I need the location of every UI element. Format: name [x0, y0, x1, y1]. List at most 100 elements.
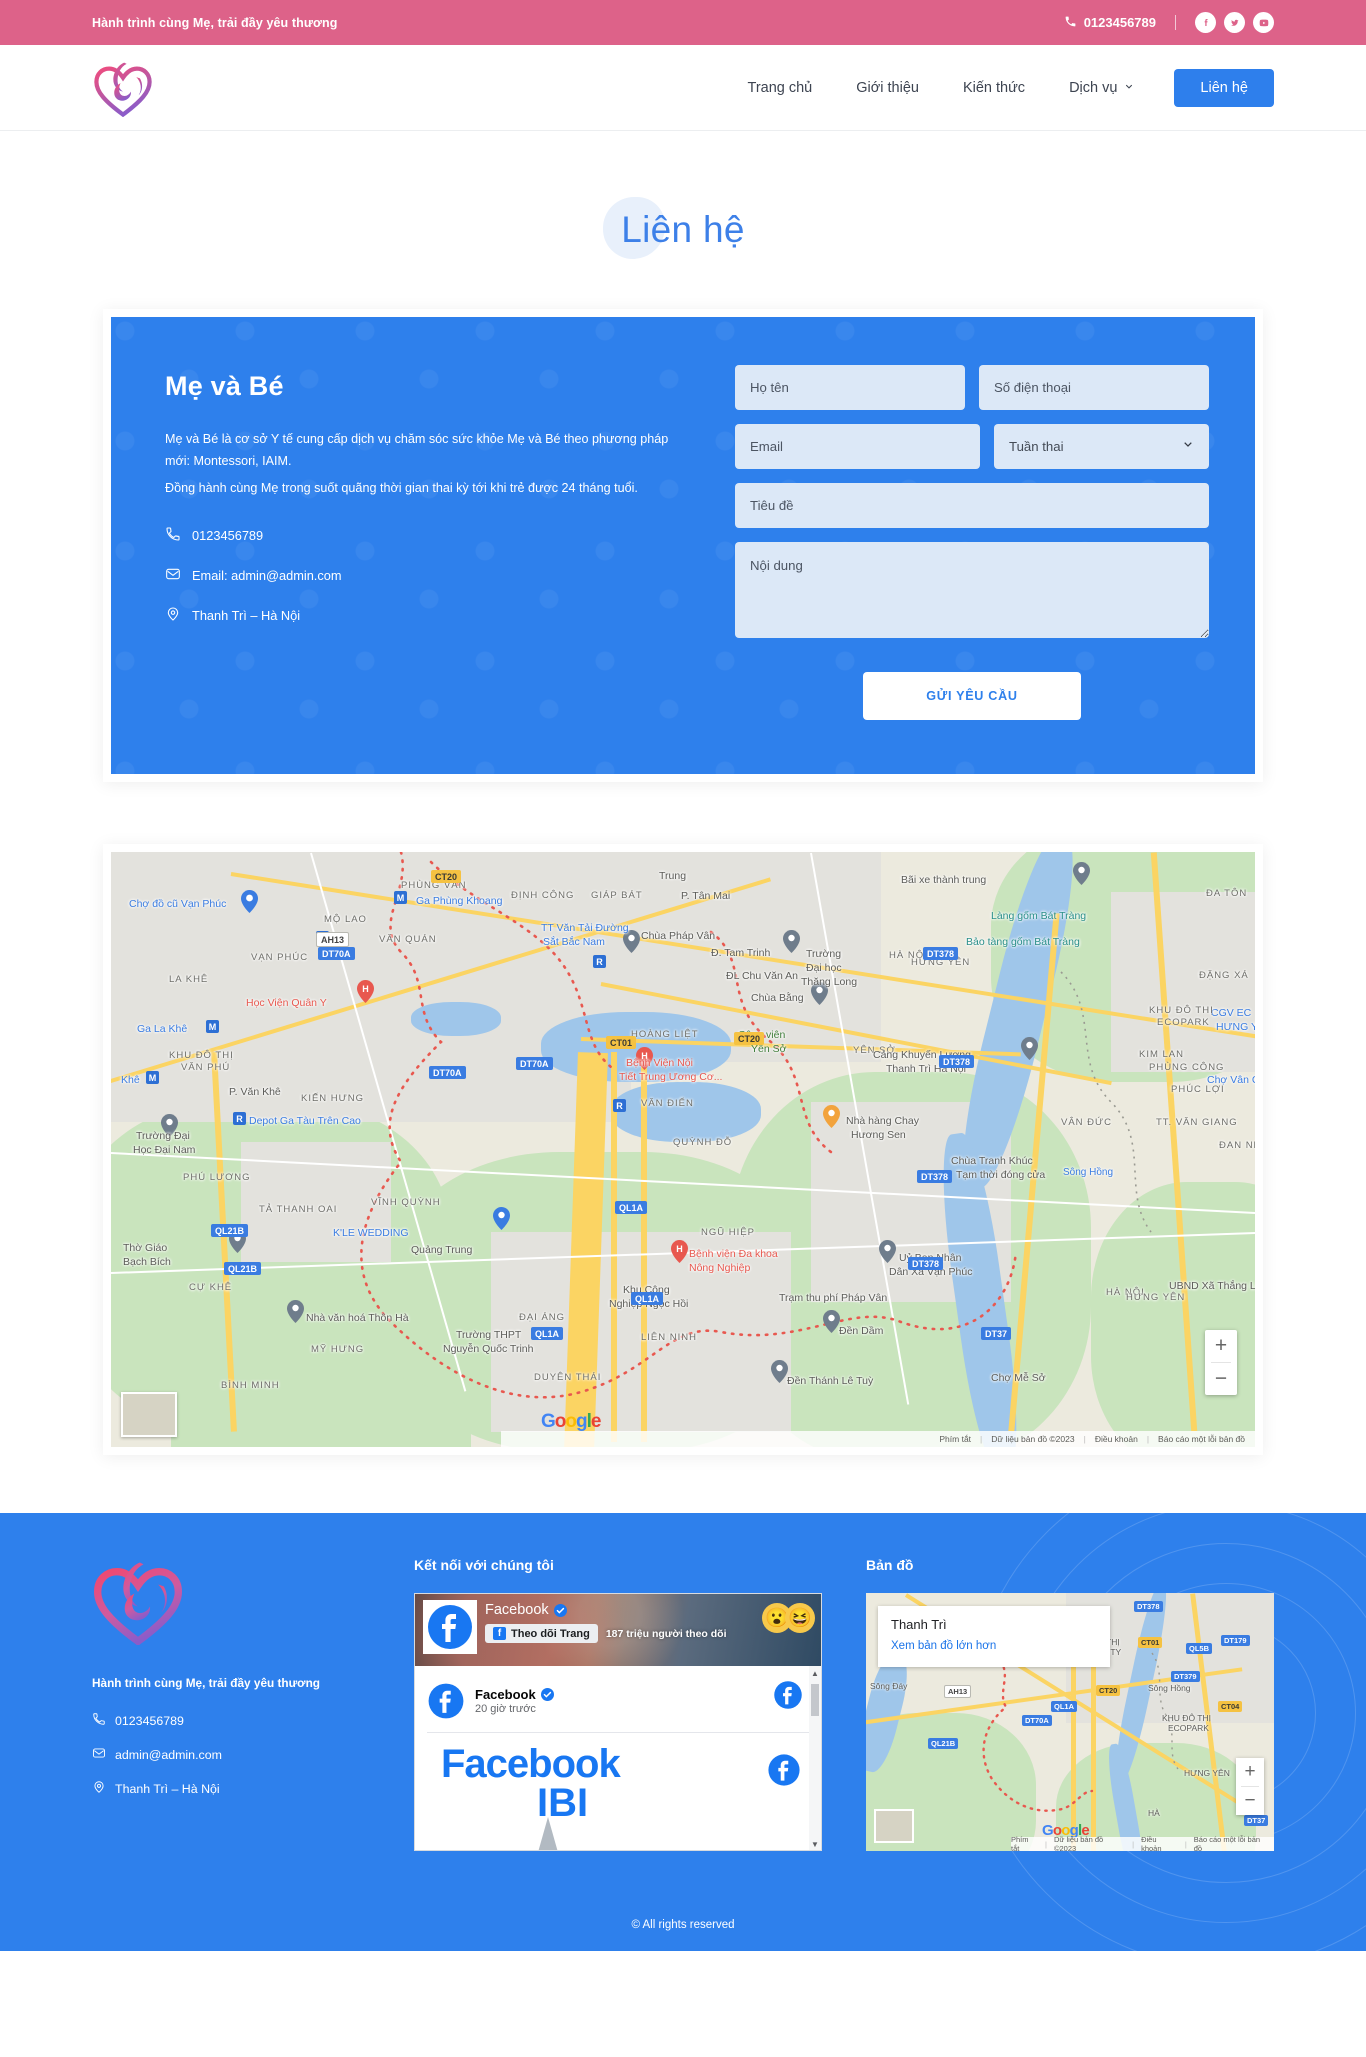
facebook-feed-scrollbar[interactable]: ▲ ▼ [809, 1666, 821, 1850]
map-place-label: Trường THPT [456, 1329, 522, 1341]
message-textarea[interactable] [735, 542, 1209, 638]
map-route-badge: DT378 [939, 1055, 975, 1068]
nav-label: Dịch vụ [1069, 79, 1118, 96]
contact-phone-row[interactable]: 0123456789 [165, 526, 687, 545]
facebook-reactions: 😮 😆 [762, 1603, 815, 1633]
map-place-label: ĐA TÔN [1206, 888, 1248, 899]
nav-item-kien-thuc[interactable]: Kiến thức [941, 80, 1047, 96]
map-marker-hospital[interactable]: H [357, 980, 374, 1003]
map-place-label: Đền Dầm [839, 1325, 884, 1337]
youtube-icon[interactable] [1253, 12, 1274, 33]
footer-map-shortcuts-link[interactable]: Phím tắt [1011, 1835, 1038, 1851]
scroll-up-arrow-icon[interactable]: ▲ [811, 1669, 819, 1678]
map-place-label: CỰ KHÊ [189, 1282, 233, 1293]
map-marker-shopping[interactable] [241, 890, 258, 913]
footer-map-zoom-in-button[interactable]: + [1236, 1758, 1264, 1786]
location-map[interactable]: H H H M M M R R R Chợ đồ cũ Vạn Phúc MỘ … [111, 852, 1255, 1447]
map-street-view-thumbnail[interactable] [121, 1392, 177, 1437]
nav-item-dich-vu[interactable]: Dịch vụ [1047, 80, 1156, 96]
footer-connect-heading: Kết nối với chúng tôi [414, 1557, 554, 1573]
footer-map-place-label: Sông Đáy [870, 1681, 908, 1691]
footer-map-zoom-out-button[interactable]: − [1236, 1787, 1264, 1815]
footer-map-route-badge: DT179 [1221, 1635, 1250, 1646]
facebook-page-widget[interactable]: Facebook f Theo dõi Trang 187 triệu ngườ… [414, 1593, 822, 1851]
contact-email-row[interactable]: Email: admin@admin.com [165, 566, 687, 585]
nav-label: Trang chủ [747, 79, 813, 96]
footer-phone-row[interactable]: 0123456789 [92, 1712, 370, 1729]
map-marker-port[interactable] [1021, 1037, 1038, 1060]
map-zoom-out-button[interactable]: − [1205, 1363, 1237, 1395]
map-place-label: TT Văn Tải Đường [541, 922, 629, 934]
facebook-icon[interactable] [1195, 12, 1216, 33]
nav-item-gioi-thieu[interactable]: Giới thiệu [834, 80, 941, 96]
site-footer: Hành trình cùng Mẹ, trải đầy yêu thương … [0, 1513, 1366, 1951]
map-place-label: ĐL Chu Văn An [726, 970, 798, 982]
submit-request-button[interactable]: GỬI YÊU CẦU [863, 672, 1081, 720]
map-place-label: Bạch Bích [123, 1256, 171, 1268]
map-place-label: ĐAN NHIỄM [1219, 1140, 1255, 1151]
nav-item-trang-chu[interactable]: Trang chủ [726, 80, 835, 96]
map-marker-restaurant[interactable] [823, 1105, 840, 1128]
map-place-label: Làng gốm Bát Tràng [991, 910, 1087, 922]
footer-map-report-link[interactable]: Báo cáo một lỗi bản đồ [1194, 1835, 1268, 1851]
footer-map-place-label: Sông Hồng [1148, 1683, 1191, 1693]
attr-sep: | [1146, 1434, 1150, 1444]
map-marker-poi[interactable] [493, 1207, 510, 1230]
map-place-label: Thờ Giáo [123, 1242, 168, 1254]
name-input[interactable] [735, 365, 965, 410]
map-marker-poi[interactable] [287, 1300, 304, 1323]
page-title: Liên hệ [621, 209, 745, 250]
map-marker-government[interactable] [879, 1240, 896, 1263]
facebook-cover-photo: Facebook f Theo dõi Trang 187 triệu ngườ… [415, 1594, 821, 1666]
map-place-label: Chợ Vân C [1207, 1074, 1255, 1086]
map-place-label: VĂN ĐIỂN [641, 1098, 694, 1109]
map-place-label: MỘ LAO [324, 914, 367, 925]
footer-map-terms-link[interactable]: Điều khoản [1141, 1835, 1178, 1851]
pregnancy-week-select[interactable]: Tuần thai [994, 424, 1209, 469]
facebook-follow-button[interactable]: f Theo dõi Trang [485, 1624, 598, 1643]
map-marker-temple[interactable] [823, 1310, 840, 1333]
map-route-badge: DT378 [917, 1170, 953, 1183]
phone-input[interactable] [979, 365, 1209, 410]
verified-badge-icon [540, 1688, 554, 1701]
map-zoom-in-button[interactable]: + [1205, 1330, 1237, 1362]
map-place-label: Trung [659, 870, 687, 882]
map-route-badge: QL1A [631, 1292, 664, 1305]
footer-phone-value: 0123456789 [115, 1713, 184, 1728]
map-marker-parking[interactable] [1073, 862, 1090, 885]
footer-email-row[interactable]: admin@admin.com [92, 1746, 370, 1763]
facebook-post-text-line1: Facebook [441, 1743, 621, 1786]
footer-map-street-view-thumbnail[interactable] [874, 1809, 914, 1843]
map-place-label: Nhà hàng Chay [846, 1115, 919, 1127]
map-shortcuts-link[interactable]: Phím tắt [939, 1434, 971, 1444]
map-marker-hospital[interactable]: H [671, 1240, 688, 1263]
map-place-label: Chùa Bằng [751, 992, 804, 1004]
map-data-credit: Dữ liệu bản đồ ©2023 [991, 1434, 1075, 1444]
map-place-label: Trường [806, 948, 842, 960]
twitter-icon[interactable] [1224, 12, 1245, 33]
subject-input[interactable] [735, 483, 1209, 528]
contact-cta-button[interactable]: Liên hệ [1174, 68, 1274, 107]
contact-info-column: Mẹ và Bé Mẹ và Bé là cơ sở Y tế cung cấp… [157, 361, 717, 720]
footer-map-view-larger-link[interactable]: Xem bản đồ lớn hơn [891, 1640, 996, 1652]
facebook-post-divider [427, 1732, 809, 1733]
top-utility-bar: Hành trình cùng Mẹ, trải đầy yêu thương … [0, 0, 1366, 45]
map-place-label: KHU ĐÔ THỊ [1149, 1005, 1214, 1016]
scroll-down-arrow-icon[interactable]: ▼ [811, 1840, 819, 1849]
scrollbar-thumb[interactable] [811, 1684, 819, 1716]
map-place-label: ĐỊNH CÔNG [511, 890, 575, 901]
footer-location-map[interactable]: THỊ ITY KHU ĐÔ THỊ ECOPARK Sông Đáy Sông Hồng… [866, 1593, 1274, 1851]
facebook-logo-icon [428, 1683, 464, 1719]
copyright-notice: © All rights reserved [631, 1919, 735, 1931]
top-phone-link[interactable]: 0123456789 [1064, 15, 1156, 31]
map-terms-link[interactable]: Điều khoản [1095, 1434, 1138, 1444]
site-logo[interactable] [92, 59, 154, 117]
facebook-feed[interactable]: Facebook 20 giờ trước Facebook IBI ▲ ▼ [415, 1666, 821, 1850]
map-marker-school[interactable] [783, 930, 800, 953]
map-place-label: P. Văn Khê [229, 1086, 281, 1098]
map-marker-church[interactable] [771, 1360, 788, 1383]
map-place-label: Ga Phùng Khoang [416, 895, 503, 907]
attr-sep: | [1184, 1839, 1187, 1849]
map-report-link[interactable]: Báo cáo một lỗi bản đồ [1158, 1434, 1245, 1444]
email-input[interactable] [735, 424, 980, 469]
